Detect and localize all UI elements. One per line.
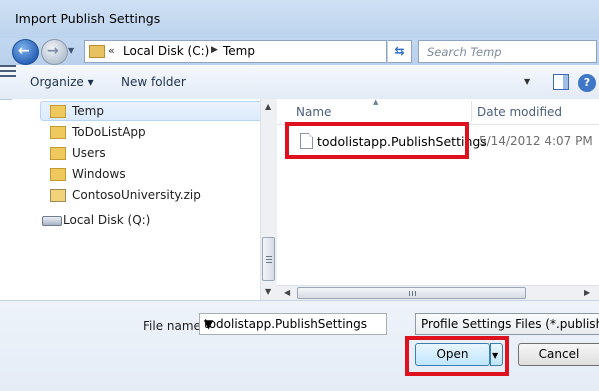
address-overflow-chevron[interactable]: «	[108, 44, 115, 57]
scroll-up-icon[interactable]: ▲	[265, 102, 271, 111]
dialog-footer: File name: todolistapp.PublishSettings ▼…	[0, 300, 599, 391]
nav-item-label: Temp	[72, 104, 104, 118]
nav-vertical-scrollbar[interactable]: ▲ ▼	[260, 99, 277, 300]
file-type-value: Profile Settings Files (*.publishs	[421, 317, 599, 331]
folder-icon	[50, 147, 66, 160]
window-title: Import Publish Settings	[15, 11, 161, 26]
column-header-date-modified[interactable]: Date modified	[477, 105, 562, 119]
views-dropdown-icon[interactable]: ▼	[524, 77, 530, 86]
nav-item-label: ToDoListApp	[72, 125, 146, 139]
title-bar: Import Publish Settings	[0, 0, 599, 38]
refresh-button[interactable]: ⇆	[388, 40, 412, 63]
back-arrow-icon: ←	[18, 43, 30, 59]
scrollbar-thumb[interactable]	[262, 237, 275, 281]
column-header-name[interactable]: Name	[296, 105, 331, 119]
address-bar[interactable]: « Local Disk (C:) ▶ Temp ▼	[84, 40, 461, 63]
scroll-left-icon[interactable]: ◀	[284, 288, 290, 297]
redacted-area	[28, 242, 118, 280]
address-row: ← → ▼ « Local Disk (C:) ▶ Temp ▼ ⇆ Searc…	[0, 38, 599, 65]
scroll-down-icon[interactable]: ▼	[265, 287, 271, 296]
forward-arrow-icon: →	[47, 43, 59, 59]
back-button[interactable]: ←	[12, 39, 39, 65]
nav-item-label: ContosoUniversity.zip	[72, 188, 201, 202]
file-highlight-box	[285, 122, 469, 159]
new-folder-button[interactable]: New folder	[121, 75, 186, 89]
scrollbar-thumb[interactable]	[297, 287, 526, 299]
forward-button[interactable]: →	[41, 39, 68, 65]
folder-icon	[89, 45, 105, 58]
folder-icon	[50, 126, 66, 139]
file-horizontal-scrollbar[interactable]: ◀ ▶	[277, 285, 599, 301]
scroll-right-icon[interactable]: ▶	[584, 288, 590, 297]
file-type-select[interactable]: Profile Settings Files (*.publishs	[415, 313, 599, 335]
file-name-label: File name:	[143, 319, 205, 333]
nav-item-label: Windows	[72, 167, 126, 181]
chevron-down-icon[interactable]: ▼	[204, 317, 380, 331]
drive-icon	[42, 216, 62, 226]
navigation-pane: Temp ToDoListApp Users Windows ContosoUn…	[12, 99, 277, 300]
chevron-right-icon[interactable]: ▶	[211, 45, 218, 55]
views-icon[interactable]	[0, 65, 16, 77]
nav-item-label: Users	[72, 146, 106, 160]
address-segment-local-disk[interactable]: Local Disk (C:)	[123, 44, 209, 58]
nav-item-label: Local Disk (Q:)	[63, 213, 151, 227]
recent-pages-dropdown-icon[interactable]: ▼	[68, 46, 74, 55]
sort-ascending-icon: ▲	[373, 98, 379, 106]
file-name-field[interactable]: todolistapp.PublishSettings ▼	[199, 313, 387, 335]
search-placeholder: Search Temp	[427, 45, 502, 59]
refresh-icon: ⇆	[394, 44, 405, 58]
address-segment-temp[interactable]: Temp	[223, 44, 255, 58]
column-divider[interactable]	[471, 101, 472, 122]
organize-button[interactable]: Organize ▾	[30, 75, 94, 89]
folder-icon	[50, 168, 66, 181]
cancel-button[interactable]: Cancel	[518, 343, 599, 366]
preview-pane-icon[interactable]	[553, 74, 569, 90]
folder-icon	[50, 105, 66, 118]
file-date-modified: 5/14/2012 4:07 PM	[479, 134, 593, 148]
open-highlight-box	[405, 336, 509, 376]
zip-icon	[50, 189, 66, 202]
command-toolbar: Organize ▾ New folder ▼ ?	[0, 65, 599, 100]
search-input[interactable]: Search Temp	[418, 40, 597, 63]
help-icon[interactable]: ?	[578, 74, 596, 92]
